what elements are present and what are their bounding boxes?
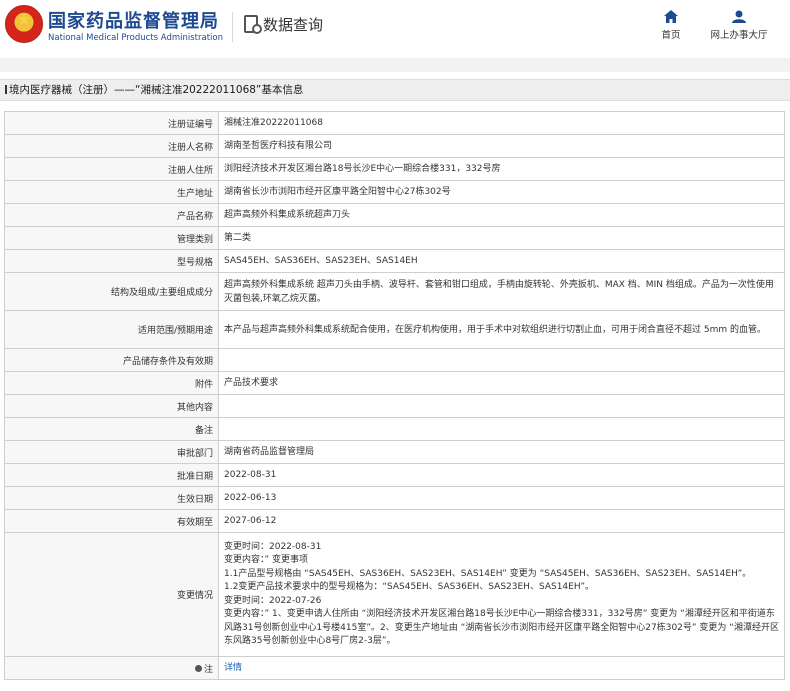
change-line: 1.2变更产品技术要求中的型号规格为：“SAS45EH、SAS36EH、SAS2…: [224, 582, 594, 592]
change-line: 变更时间：2022-08-31: [224, 541, 322, 552]
row-value: 本产品与超声高频外科集成系统配合使用，在医疗机构使用，用于手术中对软组织进行切割…: [218, 310, 785, 349]
site-title[interactable]: 国家药品监督管理局: [48, 7, 219, 33]
row-value: [218, 348, 785, 372]
change-line: 变更内容：” 1、变更申请人住所由 “浏阳经济技术开发区湘台路18号长沙E中心一…: [224, 609, 779, 646]
change-line: 变更内容：” 变更事项: [224, 555, 309, 565]
row-label: 产品名称: [4, 203, 219, 227]
row-label: 有效期至: [4, 509, 219, 533]
change-history: 变更时间：2022-08-31 变更内容：” 变更事项 1.1产品型号规格由 “SA…: [218, 532, 785, 657]
row-label: 结构及组成/主要组成成分: [4, 272, 219, 311]
row-label: 生产地址: [4, 180, 219, 204]
table-row: 生效日期 2022-06-13: [4, 486, 785, 510]
row-label: 产品储存条件及有效期: [4, 348, 219, 372]
table-row: 附件 产品技术要求: [4, 371, 785, 395]
table-row: 适用范围/预期用途 本产品与超声高频外科集成系统配合使用，在医疗机构使用，用于手术…: [4, 310, 785, 349]
table-row: 其他内容: [4, 394, 785, 418]
row-value: 产品技术要求: [218, 371, 785, 395]
row-value: 2022-06-13: [218, 486, 785, 510]
row-value: [218, 417, 785, 441]
table-row: 审批部门 湖南省药品监督管理局: [4, 440, 785, 464]
detail-table-wrap: 注册证编号 湘械注准20222011068 注册人名称 湖南圣哲医疗科技有限公司 注册人…: [4, 111, 785, 680]
row-label: 注册人名称: [4, 134, 219, 158]
change-line: 变更时间：2022-07-26: [224, 595, 322, 606]
header-divider: [232, 12, 233, 42]
row-value: 湖南圣哲医疗科技有限公司: [218, 134, 785, 158]
table-row: 产品名称 超声高频外科集成系统超声刀头: [4, 203, 785, 227]
table-row-note: 注 详情: [4, 656, 785, 680]
row-value: 超声高频外科集成系统超声刀头: [218, 203, 785, 227]
table-row: 管理类别 第二类: [4, 226, 785, 250]
emblem-icon: ★: [5, 5, 43, 43]
note-label: 注: [203, 664, 213, 675]
row-value: 湘械注准20222011068: [218, 111, 785, 135]
table-row: 有效期至 2027-06-12: [4, 509, 785, 533]
change-line: 1.1产品型号规格由 “SAS45EH、SAS36EH、SAS23EH、SAS1…: [224, 568, 752, 579]
table-row: 型号规格 SAS45EH、SAS36EH、SAS23EH、SAS14EH: [4, 249, 785, 273]
site-subtitle: National Medical Products Administration: [48, 33, 223, 43]
row-value: 超声高频外科集成系统 超声刀头由手柄、波导杆、套管和钳口组成，手柄由旋转轮、外壳…: [218, 272, 785, 311]
row-label: 批准日期: [4, 463, 219, 487]
row-value: 2022-08-31: [218, 463, 785, 487]
row-label: 附件: [4, 371, 219, 395]
row-label: 适用范围/预期用途: [4, 310, 219, 349]
row-value: [218, 394, 785, 418]
row-label: 型号规格: [4, 249, 219, 273]
note-icon: [194, 664, 202, 672]
breadcrumb-text: 境内医疗器械（注册）——“湘械注准20222011068”基本信息: [9, 84, 304, 96]
details-link[interactable]: 详情: [224, 663, 242, 673]
nav-online-hall[interactable]: 网上办事大厅: [707, 10, 771, 41]
home-icon: [664, 10, 678, 23]
row-label: 管理类别: [4, 226, 219, 250]
table-row: 注册证编号 湘械注准20222011068: [4, 111, 785, 135]
row-label: 备注: [4, 417, 219, 441]
row-label: 生效日期: [4, 486, 219, 510]
query-icon: [244, 15, 262, 34]
detail-table: 注册证编号 湘械注准20222011068 注册人名称 湖南圣哲医疗科技有限公司 注册人…: [4, 111, 785, 680]
query-title: 数据查询: [263, 16, 324, 34]
row-value: 详情: [218, 656, 785, 680]
row-value: 2027-06-12: [218, 509, 785, 533]
row-label: 审批部门: [4, 440, 219, 464]
table-row: 注册人住所 浏阳经济技术开发区湘台路18号长沙E中心一期综合楼331，332号房: [4, 157, 785, 181]
site-header: ★ 国家药品监督管理局 National Medical Products Ad…: [0, 0, 790, 58]
table-row: 产品储存条件及有效期: [4, 348, 785, 372]
table-row-change: 变更情况 变更时间：2022-08-31 变更内容：” 变更事项 1.1产品型号规格由…: [4, 532, 785, 657]
row-value: 湖南省药品监督管理局: [218, 440, 785, 464]
table-row: 生产地址 湖南省长沙市浏阳市经开区康平路全阳智中心27栋302号: [4, 180, 785, 204]
table-row: 注册人名称 湖南圣哲医疗科技有限公司: [4, 134, 785, 158]
row-label: 其他内容: [4, 394, 219, 418]
row-value: 湖南省长沙市浏阳市经开区康平路全阳智中心27栋302号: [218, 180, 785, 204]
row-label: 注册人住所: [4, 157, 219, 181]
row-value: SAS45EH、SAS36EH、SAS23EH、SAS14EH: [218, 249, 785, 273]
row-value: 浏阳经济技术开发区湘台路18号长沙E中心一期综合楼331，332号房: [218, 157, 785, 181]
nav-online-label: 网上办事大厅: [710, 30, 768, 41]
user-icon: [732, 10, 746, 23]
row-label: 注册证编号: [4, 111, 219, 135]
header-band: [0, 58, 790, 72]
row-label: 变更情况: [4, 532, 219, 657]
nav-home-label: 首页: [661, 30, 681, 41]
row-value: 第二类: [218, 226, 785, 250]
table-row: 批准日期 2022-08-31: [4, 463, 785, 487]
nav-home[interactable]: 首页: [656, 10, 686, 41]
table-row: 结构及组成/主要组成成分 超声高频外科集成系统 超声刀头由手柄、波导杆、套管和钳口…: [4, 272, 785, 311]
table-row: 备注: [4, 417, 785, 441]
breadcrumb: 境内医疗器械（注册）——“湘械注准20222011068”基本信息: [0, 79, 790, 101]
row-label: 注: [4, 656, 219, 680]
breadcrumb-marker-icon: [5, 85, 7, 94]
